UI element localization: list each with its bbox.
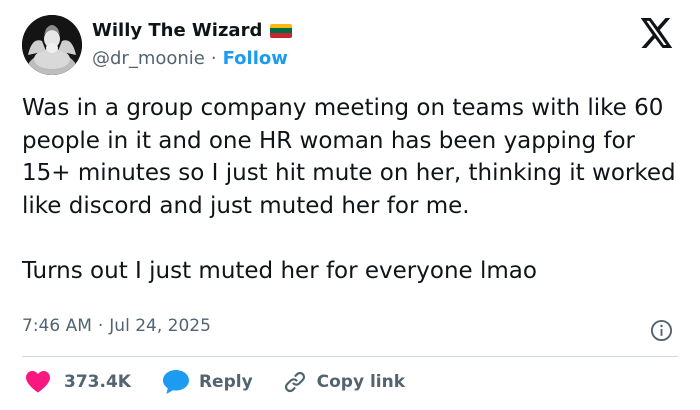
divider (22, 356, 678, 357)
info-icon[interactable] (650, 319, 673, 342)
avatar-image (22, 15, 82, 75)
follow-button[interactable]: Follow (223, 48, 288, 69)
tweet-time[interactable]: 7:46 AM (22, 316, 92, 336)
speech-bubble-icon (162, 370, 189, 394)
x-logo-icon[interactable] (640, 18, 674, 48)
handle-separator: · (210, 48, 217, 69)
like-button[interactable]: 373.4K (26, 371, 131, 393)
author-handle[interactable]: @dr_moonie (92, 48, 205, 69)
meta-separator: · (97, 316, 104, 336)
copy-link-button[interactable]: Copy link (283, 370, 405, 394)
copy-link-label: Copy link (316, 372, 406, 392)
link-icon (284, 371, 305, 393)
tweet-date[interactable]: Jul 24, 2025 (109, 316, 211, 336)
author-handle-row: @dr_moonie · Follow (92, 48, 288, 69)
action-bar: 373.4K Reply Copy link (26, 370, 405, 394)
like-count: 373.4K (64, 372, 131, 392)
reply-label: Reply (198, 372, 253, 392)
lithuania-flag-icon (270, 23, 293, 38)
tweet-meta: 7:46 AM · Jul 24, 2025 (22, 316, 211, 336)
avatar[interactable] (22, 15, 82, 75)
heart-icon (26, 371, 50, 393)
display-name[interactable]: Willy The Wizard (92, 20, 262, 41)
author-name-row: Willy The Wizard (92, 20, 293, 41)
reply-button[interactable]: Reply (162, 370, 253, 394)
tweet-text: Was in a group company meeting on teams … (22, 95, 676, 284)
